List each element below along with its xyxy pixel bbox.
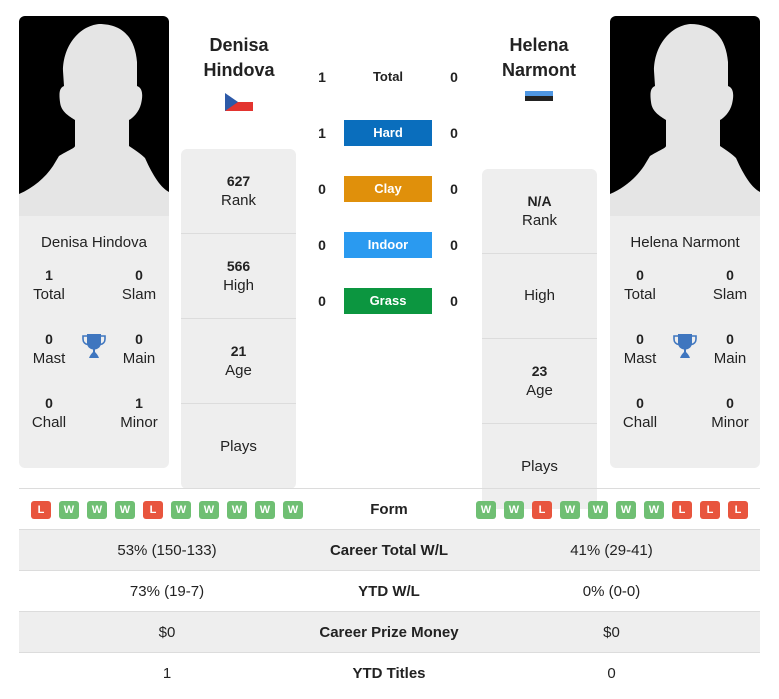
ytd-wl-row: 73% (19-7) YTD W/L 0% (0-0) xyxy=(19,570,760,611)
player2-photo xyxy=(610,16,760,216)
h2h-hard-row: 1 Hard 0 xyxy=(305,120,475,146)
h2h-hard-p1: 1 xyxy=(318,125,326,141)
czech-flag-icon xyxy=(225,93,253,111)
player2-high: High xyxy=(482,254,597,339)
player1-card-name: Denisa Hindova xyxy=(41,234,147,251)
player1-rank: 627 Rank xyxy=(181,149,296,234)
player2-ytd-titles: 0 xyxy=(607,665,616,682)
player1-titles-minor: 1 Minor xyxy=(120,395,158,431)
player2-rank: N/A Rank xyxy=(482,169,597,254)
player2-card-name: Helena Narmont xyxy=(630,234,740,251)
silhouette-icon xyxy=(610,24,760,216)
h2h-total-row: 1 Total 0 xyxy=(305,64,475,90)
form-badge: W xyxy=(59,501,79,519)
player1-ytd-titles: 1 xyxy=(162,665,172,682)
form-badge: L xyxy=(31,501,51,519)
form-row: L W W W L W W W W W Form W W L W W W W L… xyxy=(19,488,760,529)
prize-money-label: Career Prize Money xyxy=(319,624,459,641)
h2h-grass-row: 0 Grass 0 xyxy=(305,288,475,314)
form-badge: W xyxy=(115,501,135,519)
player2-titles: 0 Total 0 Slam 0 Mast 0 Main 0 Chall 0 Minor xyxy=(610,265,760,465)
form-badge: W xyxy=(199,501,219,519)
player2-form: W W L W W W W L L L xyxy=(476,501,748,519)
trophy-icon xyxy=(82,333,106,359)
player1-career-total: 53% (150-133) xyxy=(117,542,217,559)
player2-name[interactable]: Helena Narmont xyxy=(469,33,609,83)
h2h-indoor-p1: 0 xyxy=(318,237,326,253)
player2-prize-money: $0 xyxy=(603,624,620,641)
player1-titles-main: 0 Main xyxy=(122,331,156,367)
form-badge: W xyxy=(588,501,608,519)
ytd-titles-row: 1 YTD Titles 0 xyxy=(19,652,760,693)
form-badge: L xyxy=(143,501,163,519)
silhouette-icon xyxy=(19,24,169,216)
player1-titles: 1 Total 0 Slam 0 Mast 0 Main 0 Chall 1 Minor xyxy=(19,265,169,465)
player1-titles-total: 1 Total xyxy=(33,267,65,303)
player2-career-total: 41% (29-41) xyxy=(570,542,653,559)
form-badge: W xyxy=(283,501,303,519)
career-total-label: Career Total W/L xyxy=(329,542,449,559)
form-badge: W xyxy=(227,501,247,519)
player2-titles-mast: 0 Mast xyxy=(623,331,657,367)
player1-stats: 627 Rank 566 High 21 Age Plays xyxy=(181,149,296,489)
h2h-clay-p1: 0 xyxy=(318,181,326,197)
player2-titles-total: 0 Total xyxy=(624,267,656,303)
form-badge: W xyxy=(560,501,580,519)
h2h-grass-p1: 0 xyxy=(318,293,326,309)
player1-ytd-wl: 73% (19-7) xyxy=(129,583,205,600)
h2h-total-label: Total xyxy=(372,69,404,84)
player1-prize-money: $0 xyxy=(158,624,176,641)
player2-titles-main: 0 Main xyxy=(713,331,747,367)
form-badge: W xyxy=(171,501,191,519)
form-badge: L xyxy=(672,501,692,519)
form-badge: W xyxy=(476,501,496,519)
player1-age: 21 Age xyxy=(181,319,296,404)
h2h-total-p2: 0 xyxy=(450,69,458,85)
player1-high: 566 High xyxy=(181,234,296,319)
player1-photo xyxy=(19,16,169,216)
player2-titles-minor: 0 Minor xyxy=(711,395,749,431)
player2-card: Helena Narmont 0 Total 0 Slam 0 Mast 0 Main … xyxy=(610,16,760,468)
player2-ytd-wl: 0% (0-0) xyxy=(582,583,641,600)
h2h-clay-p2: 0 xyxy=(450,181,458,197)
surface-hard-badge[interactable]: Hard xyxy=(344,120,432,146)
form-badge: L xyxy=(532,501,552,519)
form-badge: W xyxy=(616,501,636,519)
career-total-row: 53% (150-133) Career Total W/L 41% (29-4… xyxy=(19,529,760,570)
form-badge: W xyxy=(255,501,275,519)
form-label: Form xyxy=(370,501,408,518)
h2h-indoor-p2: 0 xyxy=(450,237,458,253)
player1-name[interactable]: Denisa Hindova xyxy=(169,33,309,83)
h2h-indoor-row: 0 Indoor 0 xyxy=(305,232,475,258)
player2-age: 23 Age xyxy=(482,339,597,424)
player1-form: L W W W L W W W W W xyxy=(31,501,303,519)
h2h-clay-row: 0 Clay 0 xyxy=(305,176,475,202)
ytd-titles-label: YTD Titles xyxy=(352,665,426,682)
estonia-flag-icon xyxy=(525,91,553,105)
player1-plays: Plays xyxy=(220,437,257,455)
ytd-wl-label: YTD W/L xyxy=(358,583,420,600)
player2-titles-chall: 0 Chall xyxy=(622,395,658,431)
h2h-hard-p2: 0 xyxy=(450,125,458,141)
h2h-grass-p2: 0 xyxy=(450,293,458,309)
player1-titles-chall: 0 Chall xyxy=(31,395,67,431)
surface-grass-badge[interactable]: Grass xyxy=(344,288,432,314)
surface-indoor-badge[interactable]: Indoor xyxy=(344,232,432,258)
h2h-total-p1: 1 xyxy=(318,69,326,85)
form-badge: L xyxy=(728,501,748,519)
surface-clay-badge[interactable]: Clay xyxy=(344,176,432,202)
player2-stats: N/A Rank High 23 Age Plays xyxy=(482,169,597,509)
trophy-icon xyxy=(673,333,697,359)
prize-money-row: $0 Career Prize Money $0 xyxy=(19,611,760,652)
form-badge: W xyxy=(87,501,107,519)
form-badge: W xyxy=(504,501,524,519)
player2-titles-slam: 0 Slam xyxy=(712,267,748,303)
player1-titles-mast: 0 Mast xyxy=(32,331,66,367)
form-badge: L xyxy=(700,501,720,519)
player1-titles-slam: 0 Slam xyxy=(121,267,157,303)
form-badge: W xyxy=(644,501,664,519)
player1-card: Denisa Hindova 1 Total 0 Slam 0 Mast 0 Main … xyxy=(19,16,169,468)
comparison-table: L W W W L W W W W W Form W W L W W W W L… xyxy=(19,488,760,693)
